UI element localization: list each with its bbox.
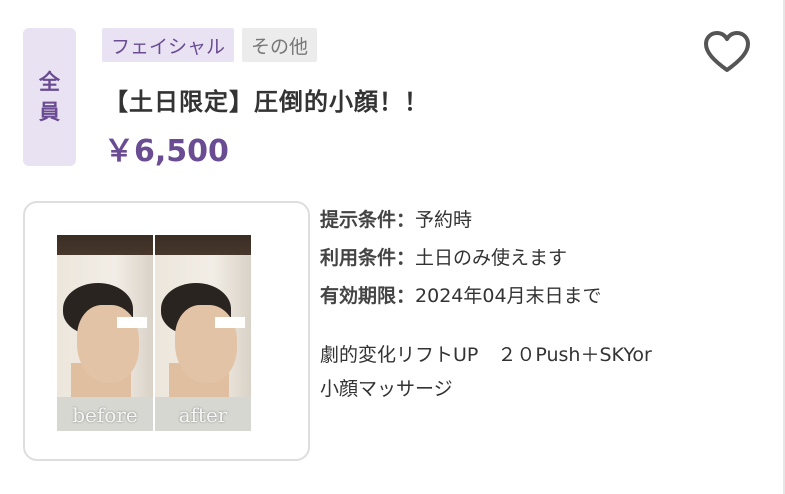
tag-other: その他 xyxy=(242,28,318,62)
target-badge-line2: 員 xyxy=(39,100,60,124)
tag-facial: フェイシャル xyxy=(102,28,235,62)
after-caption: after xyxy=(178,403,228,427)
target-badge: 全 員 xyxy=(23,28,76,166)
condition-presentation: 提示条件：予約時 xyxy=(320,201,602,239)
target-badge-line1: 全 xyxy=(39,70,60,94)
condition-separator: ： xyxy=(396,247,416,269)
coupon-price: ￥6,500 xyxy=(104,134,229,169)
condition-separator: ： xyxy=(396,285,416,307)
eye-censor-bar xyxy=(117,317,147,328)
description-line: 劇的変化リフトUP ２０Push＋SKYor xyxy=(320,344,652,366)
coupon-card[interactable]: 全 員 フェイシャル その他 【土日限定】圧倒的小顔！！ ￥6,500 befo… xyxy=(0,0,785,494)
description-line: 小顔マッサージ xyxy=(320,378,453,400)
condition-value: 土日のみ使えます xyxy=(415,247,568,269)
tag-list: フェイシャル その他 xyxy=(102,28,318,62)
condition-label: 利用条件 xyxy=(320,247,397,269)
condition-expiry: 有効期限：2024年04月末日まで xyxy=(320,277,602,315)
heart-outline-icon[interactable] xyxy=(703,30,751,74)
condition-value: 2024年04月末日まで xyxy=(415,285,602,307)
condition-usage: 利用条件：土日のみ使えます xyxy=(320,239,602,277)
condition-list: 提示条件：予約時 利用条件：土日のみ使えます 有効期限：2024年04月末日まで xyxy=(320,201,602,315)
after-photo: after xyxy=(155,235,251,431)
condition-separator: ： xyxy=(396,209,416,231)
coupon-title: 【土日限定】圧倒的小顔！！ xyxy=(104,88,429,116)
condition-label: 有効期限 xyxy=(320,285,397,307)
before-caption: before xyxy=(72,403,138,427)
before-photo: before xyxy=(57,235,153,431)
eye-censor-bar xyxy=(215,317,245,328)
coupon-image[interactable]: before after xyxy=(23,201,310,461)
condition-value: 予約時 xyxy=(415,209,473,231)
coupon-description: 劇的変化リフトUP ２０Push＋SKYor 小顔マッサージ xyxy=(320,338,760,406)
condition-label: 提示条件 xyxy=(320,209,397,231)
